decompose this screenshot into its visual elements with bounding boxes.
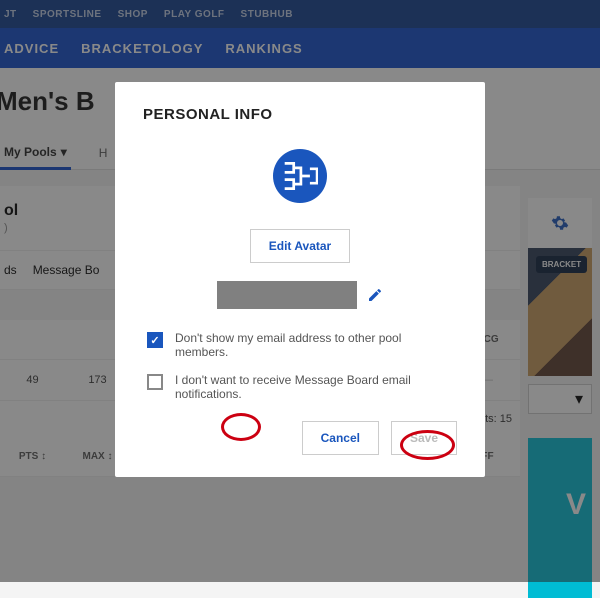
display-name-redacted [217, 281, 357, 309]
option-label: I don't want to receive Message Board em… [175, 373, 457, 401]
edit-avatar-button[interactable]: Edit Avatar [250, 229, 350, 263]
save-button[interactable]: Save [391, 421, 457, 455]
option-label: Don't show my email address to other poo… [175, 331, 457, 359]
pencil-icon[interactable] [367, 287, 383, 303]
modal-overlay: PERSONAL INFO Edit Avatar Don't show my … [0, 0, 600, 582]
avatar [273, 149, 327, 203]
display-name-row [143, 281, 457, 309]
bracket-icon [282, 158, 318, 194]
hide-email-option[interactable]: Don't show my email address to other poo… [143, 331, 457, 359]
checkbox-checked[interactable] [147, 332, 163, 348]
modal-actions: Cancel Save [143, 421, 457, 455]
cancel-button[interactable]: Cancel [302, 421, 379, 455]
checkbox-unchecked[interactable] [147, 374, 163, 390]
personal-info-modal: PERSONAL INFO Edit Avatar Don't show my … [115, 82, 485, 477]
modal-title: PERSONAL INFO [143, 106, 457, 123]
no-message-board-email-option[interactable]: I don't want to receive Message Board em… [143, 373, 457, 401]
